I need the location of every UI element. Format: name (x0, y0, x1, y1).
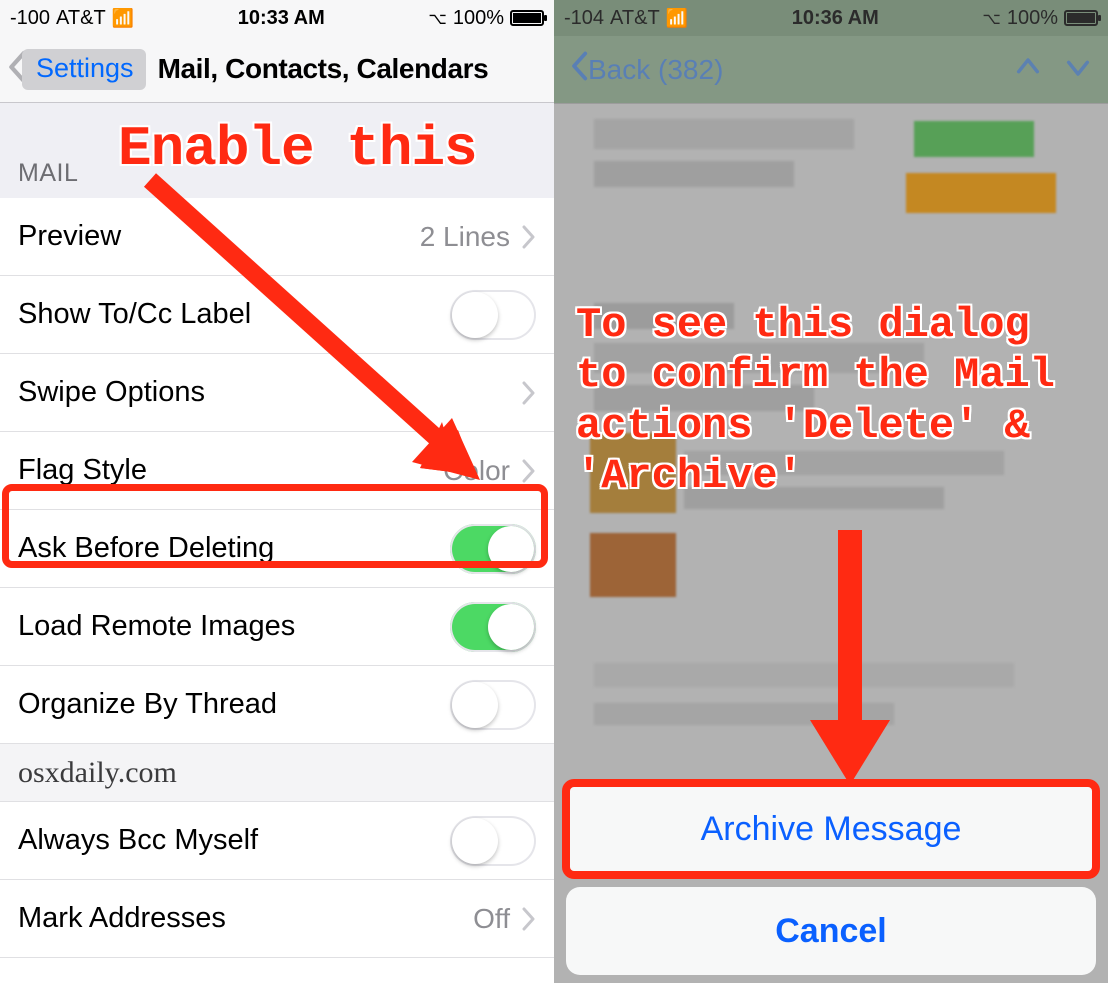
next-message-icon[interactable] (1064, 53, 1092, 86)
status-bar: -104 AT&T 10:36 AM 100% (554, 0, 1108, 36)
wifi-icon (666, 7, 688, 30)
archive-message-button[interactable]: Archive Message (566, 785, 1096, 873)
prev-message-icon[interactable] (1014, 53, 1042, 86)
watermark-text: osxdaily.com (18, 756, 177, 790)
row-ask-before-deleting[interactable]: Ask Before Deleting (0, 510, 554, 588)
back-button[interactable]: Back (382) (570, 51, 723, 88)
row-label: Always Bcc Myself (18, 824, 258, 857)
signal-strength: -104 (564, 7, 604, 30)
row-organize-by-thread[interactable]: Organize By Thread (0, 666, 554, 744)
back-label: Back (382) (588, 54, 723, 86)
row-increase-quote-level[interactable]: Increase Quote Level On (0, 958, 554, 983)
row-label: Load Remote Images (18, 610, 295, 643)
carrier-label: AT&T (56, 7, 106, 30)
page-title: Mail, Contacts, Calendars (158, 53, 489, 85)
row-label: Swipe Options (18, 376, 205, 409)
cancel-button[interactable]: Cancel (566, 887, 1096, 975)
chevron-right-icon (522, 907, 536, 931)
row-value: Off (473, 903, 510, 935)
toggle-show-to-cc[interactable] (450, 290, 536, 340)
battery-percent: 100% (1007, 7, 1058, 30)
chevron-left-icon (570, 51, 588, 88)
row-value: Color (443, 455, 510, 487)
annotation-text-left: Enable this (118, 116, 477, 183)
action-sheet: Archive Message Cancel (566, 785, 1096, 975)
wifi-icon (112, 7, 134, 30)
status-bar: -100 AT&T 10:33 AM 100% (0, 0, 554, 36)
row-load-remote-images[interactable]: Load Remote Images (0, 588, 554, 666)
row-label: Show To/Cc Label (18, 298, 251, 331)
row-flag-style[interactable]: Flag Style Color (0, 432, 554, 510)
toggle-organize-by-thread[interactable] (450, 680, 536, 730)
chevron-right-icon (522, 459, 536, 483)
row-show-to-cc[interactable]: Show To/Cc Label (0, 276, 554, 354)
toggle-ask-before-deleting[interactable] (450, 524, 536, 574)
row-value: 2 Lines (420, 221, 510, 253)
action-sheet-cancel-group: Cancel (566, 887, 1096, 975)
back-button[interactable]: Settings (6, 49, 146, 90)
chevron-right-icon (522, 225, 536, 249)
carrier-label: AT&T (610, 7, 660, 30)
row-label: Ask Before Deleting (18, 532, 274, 565)
status-time: 10:36 AM (792, 7, 879, 30)
bluetooth-icon (982, 7, 1000, 30)
action-sheet-group: Archive Message (566, 785, 1096, 873)
toggle-load-remote-images[interactable] (450, 602, 536, 652)
row-swipe-options[interactable]: Swipe Options (0, 354, 554, 432)
annotation-text-right: To see this dialog to confirm the Mail a… (576, 300, 1096, 502)
battery-icon (1064, 10, 1098, 26)
row-label: Mark Addresses (18, 902, 226, 935)
battery-icon (510, 10, 544, 26)
row-always-bcc[interactable]: Always Bcc Myself (0, 802, 554, 880)
chevron-right-icon (522, 381, 536, 405)
status-time: 10:33 AM (238, 7, 325, 30)
nav-bar: Back (382) (554, 36, 1108, 103)
row-preview[interactable]: Preview 2 Lines (0, 198, 554, 276)
row-label: Organize By Thread (18, 688, 277, 721)
bluetooth-icon (428, 7, 446, 30)
toggle-always-bcc[interactable] (450, 816, 536, 866)
settings-list: Preview 2 Lines Show To/Cc Label Swipe O… (0, 198, 554, 983)
row-label: Preview (18, 220, 121, 253)
back-label: Settings (22, 49, 146, 90)
signal-strength: -100 (10, 7, 50, 30)
row-mark-addresses[interactable]: Mark Addresses Off (0, 880, 554, 958)
battery-percent: 100% (453, 7, 504, 30)
row-label: Flag Style (18, 454, 147, 487)
watermark: osxdaily.com (0, 744, 554, 802)
nav-bar: Settings Mail, Contacts, Calendars (0, 36, 554, 103)
